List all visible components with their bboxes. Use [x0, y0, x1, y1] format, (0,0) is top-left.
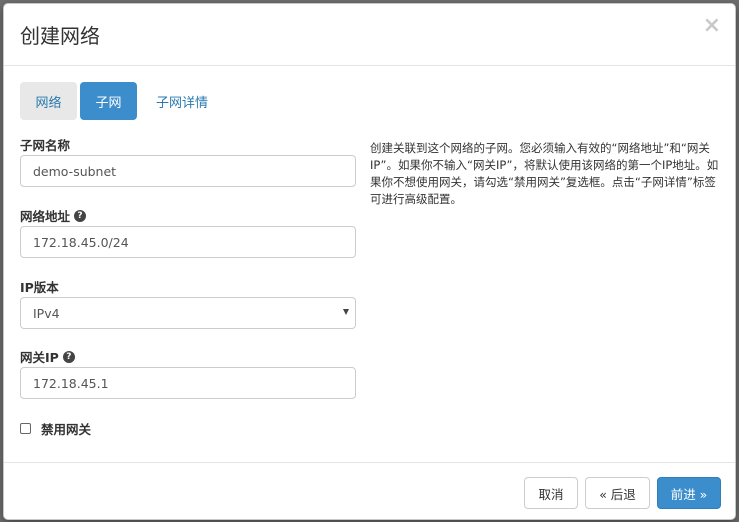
tab-network[interactable]: 网络 [20, 82, 77, 120]
next-button[interactable]: 前进 » [657, 477, 721, 509]
modal-footer: 取消 « 后退 前进 » [4, 462, 735, 519]
network-address-input[interactable]: 172.18.45.0/24 [20, 226, 356, 258]
ip-version-select[interactable]: IPv4 [20, 297, 356, 329]
gateway-ip-input[interactable]: 172.18.45.1 [20, 367, 356, 399]
ip-version-label: IP版本 [20, 280, 59, 295]
help-description: 创建关联到这个网络的子网。您必须输入有效的“网络地址”和“网关IP”。如果你不输… [370, 141, 719, 206]
create-network-modal: 创建网络 × 网络 子网 子网详情 子网名称 demo-subnet 网络地址 … [3, 3, 736, 520]
close-icon[interactable]: × [703, 15, 721, 37]
modal-title: 创建网络 [20, 24, 100, 48]
tab-subnet-details[interactable]: 子网详情 [140, 82, 223, 120]
wizard-tabs: 网络 子网 子网详情 [20, 82, 223, 120]
cancel-button[interactable]: 取消 [524, 477, 578, 509]
network-address-label: 网络地址 ? [20, 206, 87, 225]
question-circle-icon[interactable]: ? [74, 209, 87, 222]
back-button[interactable]: « 后退 [585, 477, 650, 509]
tab-subnet[interactable]: 子网 [80, 82, 137, 120]
subnet-name-input[interactable]: demo-subnet [20, 155, 356, 187]
subnet-name-label: 子网名称 [20, 138, 71, 153]
gateway-ip-label: 网关IP ? [20, 347, 75, 366]
disable-gateway-checkbox[interactable] [20, 423, 31, 434]
caret-down-icon [343, 309, 349, 315]
disable-gateway-row: 禁用网关 [20, 419, 91, 438]
question-circle-icon[interactable]: ? [62, 350, 75, 363]
disable-gateway-label[interactable]: 禁用网关 [41, 419, 91, 438]
modal-header: 创建网络 × [4, 4, 735, 66]
